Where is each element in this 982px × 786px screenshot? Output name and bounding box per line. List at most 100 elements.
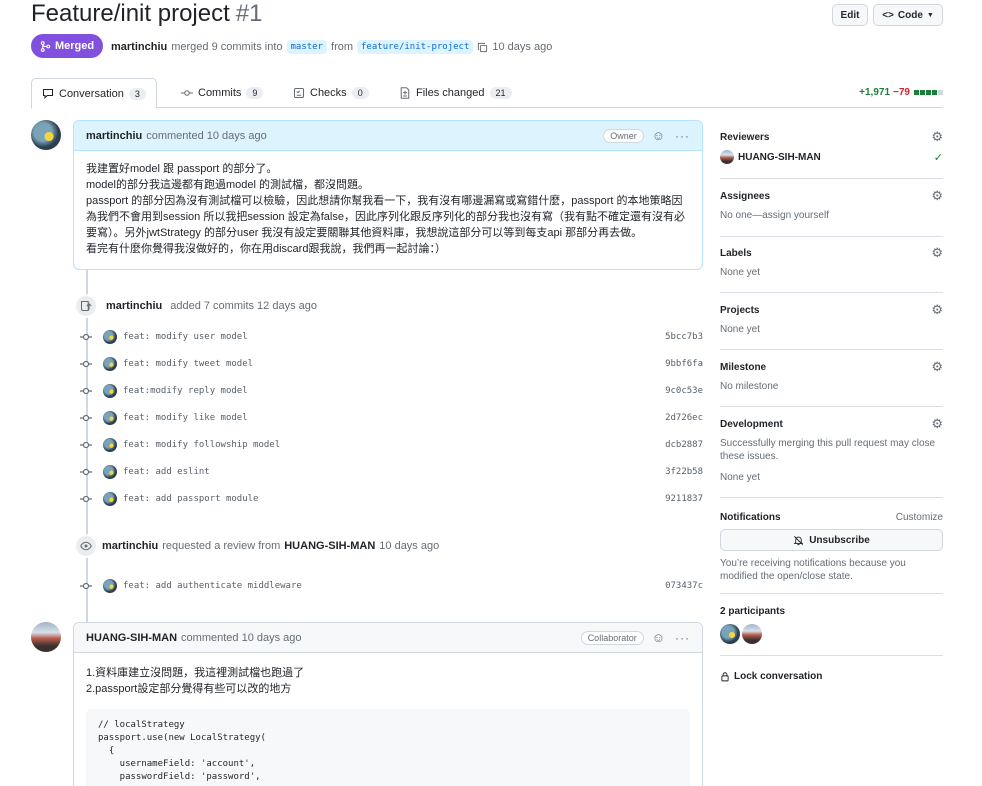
repo-push-icon <box>80 300 92 312</box>
sidebar-participants: 2 participants <box>720 604 943 656</box>
edit-button-label: Edit <box>840 9 860 21</box>
merged-badge: Merged <box>31 34 104 58</box>
commit-sha[interactable]: 9bbf6fa <box>665 359 703 369</box>
commit-sha[interactable]: 3f22b58 <box>665 467 703 477</box>
commit-avatar[interactable] <box>103 465 117 479</box>
participant-avatar[interactable] <box>742 624 762 644</box>
commit-avatar[interactable] <box>103 357 117 371</box>
comment-header: martinchiu commented 10 days ago Owner ☺… <box>74 121 702 151</box>
gear-icon[interactable]: ⚙ <box>931 245 943 261</box>
development-value: None yet <box>720 472 761 483</box>
edit-button[interactable]: Edit <box>832 4 868 26</box>
lock-conversation-button[interactable]: Lock conversation <box>720 671 943 682</box>
commit-row[interactable]: feat:modify reply model 9c0c53e <box>80 382 703 400</box>
reviewer-avatar[interactable] <box>720 150 734 164</box>
pr-author-link[interactable]: martinchiu <box>111 41 167 53</box>
commit-sha[interactable]: 9211837 <box>665 494 703 504</box>
commit-sha[interactable]: 073437c <box>665 581 703 591</box>
comment-header: HUANG-SIH-MAN commented 10 days ago Coll… <box>74 623 702 653</box>
commit-avatar[interactable] <box>103 411 117 425</box>
pr-title: Feature/init project #1 <box>31 0 262 28</box>
base-branch[interactable]: master <box>286 40 328 54</box>
tab-conversation[interactable]: Conversation 3 <box>31 78 157 109</box>
gear-icon[interactable]: ⚙ <box>931 359 943 375</box>
comment-timestamp[interactable]: commented 10 days ago <box>146 130 266 142</box>
kebab-menu-icon[interactable]: ··· <box>675 631 690 645</box>
commit-row[interactable]: feat: add authenticate middleware 073437… <box>80 577 703 595</box>
commit-message[interactable]: feat: add eslint <box>123 467 210 477</box>
copy-icon[interactable] <box>477 42 488 53</box>
gear-icon[interactable]: ⚙ <box>931 129 943 145</box>
comment-body: 我建置好model 跟 passport 的部分了。 model的部分我這邊都有… <box>74 151 702 267</box>
tab-files-changed[interactable]: Files changed 21 <box>399 78 512 108</box>
commit-row[interactable]: feat: modify tweet model 9bbf6fa <box>80 355 703 373</box>
gear-icon[interactable]: ⚙ <box>931 188 943 204</box>
avatar-martinchiu[interactable] <box>31 120 61 150</box>
customize-link[interactable]: Customize <box>896 512 943 523</box>
commit-row[interactable]: feat: add passport module 9211837 <box>80 490 703 508</box>
code-button[interactable]: <> Code ▼ <box>873 4 943 26</box>
commit-avatar[interactable] <box>103 438 117 452</box>
commit-sha[interactable]: 5bcc7b3 <box>665 332 703 342</box>
event-author[interactable]: martinchiu <box>102 540 158 552</box>
assign-yourself-link[interactable]: No one—assign yourself <box>720 209 943 222</box>
comment-author[interactable]: HUANG-SIH-MAN <box>86 632 177 644</box>
commit-message[interactable]: feat: modify tweet model <box>123 359 253 369</box>
comment-author[interactable]: martinchiu <box>86 130 142 142</box>
commit-message[interactable]: feat:modify reply model <box>123 386 248 396</box>
reviewer-name[interactable]: HUANG-SIH-MAN <box>738 152 821 163</box>
tab-conversation-label: Conversation <box>59 87 124 100</box>
commit-message[interactable]: feat: modify user model <box>123 332 248 342</box>
tab-commits[interactable]: Commits 9 <box>181 78 264 108</box>
commit-avatar[interactable] <box>103 579 117 593</box>
tab-checks-label: Checks <box>310 87 347 99</box>
smiley-icon[interactable]: ☺ <box>652 630 665 645</box>
tab-checks[interactable]: Checks 0 <box>293 78 369 108</box>
head-branch[interactable]: feature/init-project <box>357 40 474 54</box>
smiley-icon[interactable]: ☺ <box>652 128 665 143</box>
event-reviewer[interactable]: HUANG-SIH-MAN <box>284 540 375 552</box>
commit-avatar[interactable] <box>103 330 117 344</box>
event-time[interactable]: 10 days ago <box>379 540 439 552</box>
unsubscribe-button[interactable]: Unsubscribe <box>720 529 943 551</box>
tab-files-changed-count: 21 <box>489 87 512 99</box>
gear-icon[interactable]: ⚙ <box>931 302 943 318</box>
push-icon-wrap <box>74 294 98 318</box>
comment-timestamp[interactable]: commented 10 days ago <box>181 632 301 644</box>
commit-message[interactable]: feat: add authenticate middleware <box>123 581 302 591</box>
commit-sha[interactable]: dcb2887 <box>665 440 703 450</box>
commit-sha[interactable]: 2d726ec <box>665 413 703 423</box>
commit-dot-icon <box>80 387 92 395</box>
reviewers-title: Reviewers <box>720 131 770 143</box>
commit-sha[interactable]: 9c0c53e <box>665 386 703 396</box>
event-author[interactable]: martinchiu <box>106 300 162 312</box>
diffstat: +1,971 −79 <box>859 87 943 98</box>
code-icon: <> <box>882 9 894 21</box>
merge-icon <box>40 40 51 52</box>
commit-message[interactable]: feat: modify followship model <box>123 440 280 450</box>
commit-row[interactable]: feat: modify user model 5bcc7b3 <box>80 328 703 346</box>
diffstat-additions: +1,971 <box>859 87 891 98</box>
gear-icon[interactable]: ⚙ <box>931 416 943 432</box>
kebab-menu-icon[interactable]: ··· <box>675 129 690 143</box>
comment-line: 2.passport設定部分覺得有些可以改的地方 <box>86 683 292 695</box>
sidebar-milestone: Milestone ⚙ No milestone <box>720 359 943 407</box>
diffstat-bar <box>913 87 943 98</box>
sidebar-development: Development ⚙ Successfully merging this p… <box>720 416 943 498</box>
comment-line: 我建置好model 跟 passport 的部分了。 <box>86 163 278 175</box>
pr-number: #1 <box>235 0 263 27</box>
avatar-huang-sih-man[interactable] <box>31 622 61 652</box>
diffstat-deletions: −79 <box>893 87 910 98</box>
commit-message[interactable]: feat: add passport module <box>123 494 258 504</box>
commit-message[interactable]: feat: modify like model <box>123 413 248 423</box>
commit-row[interactable]: feat: add eslint 3f22b58 <box>80 463 703 481</box>
commit-avatar[interactable] <box>103 384 117 398</box>
commit-avatar[interactable] <box>103 492 117 506</box>
commit-dot-icon <box>80 333 92 341</box>
commit-row[interactable]: feat: modify followship model dcb2887 <box>80 436 703 454</box>
projects-value: None yet <box>720 324 761 335</box>
pr-tabs: Conversation 3 Commits 9 Checks 0 Files … <box>31 78 943 109</box>
participant-avatar[interactable] <box>720 624 740 644</box>
sidebar-notifications: Notifications Customize Unsubscribe You’… <box>720 510 943 594</box>
commit-row[interactable]: feat: modify like model 2d726ec <box>80 409 703 427</box>
